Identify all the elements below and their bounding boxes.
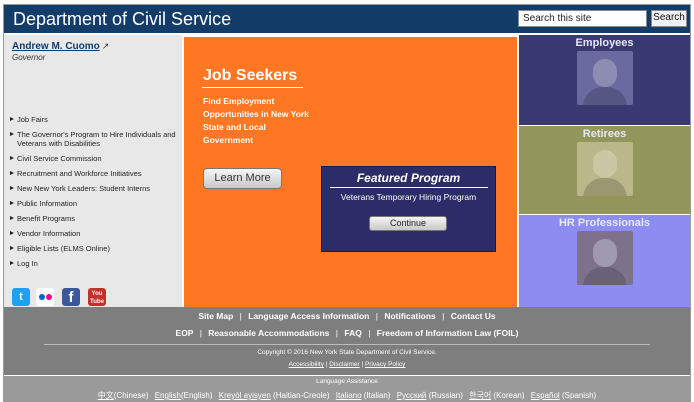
sidebar-item-governors-program[interactable]: The Governor's Program to Hire Individua… bbox=[10, 130, 178, 148]
footer-link-accessibility[interactable]: Accessibility bbox=[289, 361, 324, 368]
footer-separator: | bbox=[325, 361, 328, 368]
sidebar-item-recruitment[interactable]: Recruitment and Workforce Initiatives bbox=[10, 169, 178, 178]
language-russian[interactable]: Русский (Russian) bbox=[397, 391, 463, 400]
footer-separator: | bbox=[335, 328, 338, 338]
footer-link-contact-us[interactable]: Contact Us bbox=[451, 311, 496, 321]
footer-separator: | bbox=[442, 311, 445, 321]
governor-link[interactable]: Andrew M. Cuomo ↗ bbox=[12, 41, 109, 52]
governor-name[interactable]: Andrew M. Cuomo bbox=[12, 41, 100, 52]
sidebar-item-log-in[interactable]: Log In bbox=[10, 259, 178, 268]
search-input[interactable] bbox=[518, 10, 647, 27]
footer-legal-links: Accessibility | Disclaimer | Privacy Pol… bbox=[4, 361, 690, 368]
footer-link-language-access[interactable]: Language Access Information bbox=[248, 311, 369, 321]
retirees-panel[interactable]: Retirees bbox=[519, 126, 690, 214]
footer-separator: | bbox=[368, 328, 371, 338]
sidebar-item-civil-service-commission[interactable]: Civil Service Commission bbox=[10, 154, 178, 163]
footer-link-notifications[interactable]: Notifications bbox=[384, 311, 435, 321]
sidebar-item-benefit-programs[interactable]: Benefit Programs bbox=[10, 214, 178, 223]
facebook-icon[interactable]: f bbox=[62, 288, 80, 306]
job-seekers-title[interactable]: Job Seekers bbox=[203, 67, 297, 85]
language-chinese[interactable]: 中文(Chinese) bbox=[98, 391, 149, 400]
hr-professionals-label[interactable]: HR Professionals bbox=[519, 217, 690, 229]
job-seekers-subtitle: Find Employment Opportunities in New Yor… bbox=[203, 96, 309, 145]
footer-links-secondary: EOP | Reasonable Accommodations | FAQ | … bbox=[4, 328, 690, 338]
featured-divider bbox=[330, 187, 488, 188]
footer-link-foil[interactable]: Freedom of Information Law (FOIL) bbox=[377, 328, 519, 338]
language-assistance-title: Language Assistance bbox=[316, 378, 378, 385]
footer-link-reasonable-accommodations[interactable]: Reasonable Accommodations bbox=[208, 328, 329, 338]
youtube-icon[interactable]: You Tube bbox=[88, 288, 106, 306]
footer-separator: | bbox=[199, 328, 202, 338]
continue-button[interactable]: Continue bbox=[369, 216, 447, 231]
job-seekers-panel: Job Seekers Find Employment Opportunitie… bbox=[184, 37, 517, 307]
copyright-text: Copyright © 2016 New York State Departme… bbox=[257, 349, 437, 356]
hr-professionals-photo bbox=[577, 231, 633, 285]
title-divider bbox=[202, 87, 303, 88]
footer-separator: | bbox=[375, 311, 378, 321]
footer-link-eop[interactable]: EOP bbox=[176, 328, 194, 338]
employees-photo bbox=[577, 51, 633, 105]
retirees-photo bbox=[577, 142, 633, 196]
language-assistance-bar: Language Assistance 中文(Chinese) English(… bbox=[4, 376, 690, 401]
retirees-label[interactable]: Retirees bbox=[519, 128, 690, 140]
language-korean[interactable]: 한국어 (Korean) bbox=[469, 391, 524, 400]
footer-divider bbox=[44, 344, 650, 345]
flickr-icon[interactable] bbox=[36, 288, 54, 306]
featured-program-title: Featured Program bbox=[356, 171, 461, 185]
footer-separator: | bbox=[239, 311, 242, 321]
twitter-icon[interactable]: t bbox=[12, 288, 30, 306]
featured-program-subtitle: Veterans Temporary Hiring Program bbox=[340, 192, 477, 202]
sidebar-item-eligible-lists[interactable]: Eligible Lists (ELMS Online) bbox=[10, 244, 178, 253]
left-sidebar: Andrew M. Cuomo ↗ Governor Job Fairs The … bbox=[4, 35, 182, 307]
sidebar-item-job-fairs[interactable]: Job Fairs bbox=[10, 115, 178, 124]
language-list: 中文(Chinese) English(English) Kreyòl ayis… bbox=[4, 390, 690, 401]
sidebar-item-public-information[interactable]: Public Information bbox=[10, 199, 178, 208]
employees-label[interactable]: Employees bbox=[519, 37, 690, 49]
footer-separator: | bbox=[361, 361, 364, 368]
language-italian[interactable]: Italiano (Italian) bbox=[336, 391, 391, 400]
footer-link-privacy-policy[interactable]: Privacy Policy bbox=[365, 361, 405, 368]
featured-program-box: Featured Program Veterans Temporary Hiri… bbox=[321, 166, 496, 252]
search-button[interactable]: Search bbox=[651, 10, 687, 27]
sidebar-item-student-interns[interactable]: New New York Leaders: Student Interns bbox=[10, 184, 178, 193]
hr-professionals-panel[interactable]: HR Professionals bbox=[519, 215, 690, 307]
footer-link-disclaimer[interactable]: Disclaimer bbox=[329, 361, 359, 368]
site-header: Department of Civil Service Search bbox=[4, 5, 690, 33]
footer-link-site-map[interactable]: Site Map bbox=[198, 311, 233, 321]
footer-link-faq[interactable]: FAQ bbox=[344, 328, 361, 338]
language-spanish[interactable]: Español (Spanish) bbox=[531, 391, 596, 400]
page: Department of Civil Service Search Andre… bbox=[3, 4, 691, 402]
governor-title: Governor bbox=[12, 53, 46, 62]
learn-more-button[interactable]: Learn More bbox=[203, 168, 282, 189]
external-link-icon: ↗ bbox=[101, 41, 110, 51]
site-footer: Site Map | Language Access Information |… bbox=[4, 307, 690, 375]
footer-links-primary: Site Map | Language Access Information |… bbox=[4, 311, 690, 321]
language-haitian-creole[interactable]: Kreyòl ayisyen (Haitian-Creole) bbox=[219, 391, 330, 400]
sidebar-item-vendor-information[interactable]: Vendor Information bbox=[10, 229, 178, 238]
employees-panel[interactable]: Employees bbox=[519, 35, 690, 125]
site-title[interactable]: Department of Civil Service bbox=[13, 8, 231, 30]
sidebar-nav: Job Fairs The Governor's Program to Hire… bbox=[10, 115, 178, 274]
language-english[interactable]: English(English) bbox=[155, 391, 213, 400]
